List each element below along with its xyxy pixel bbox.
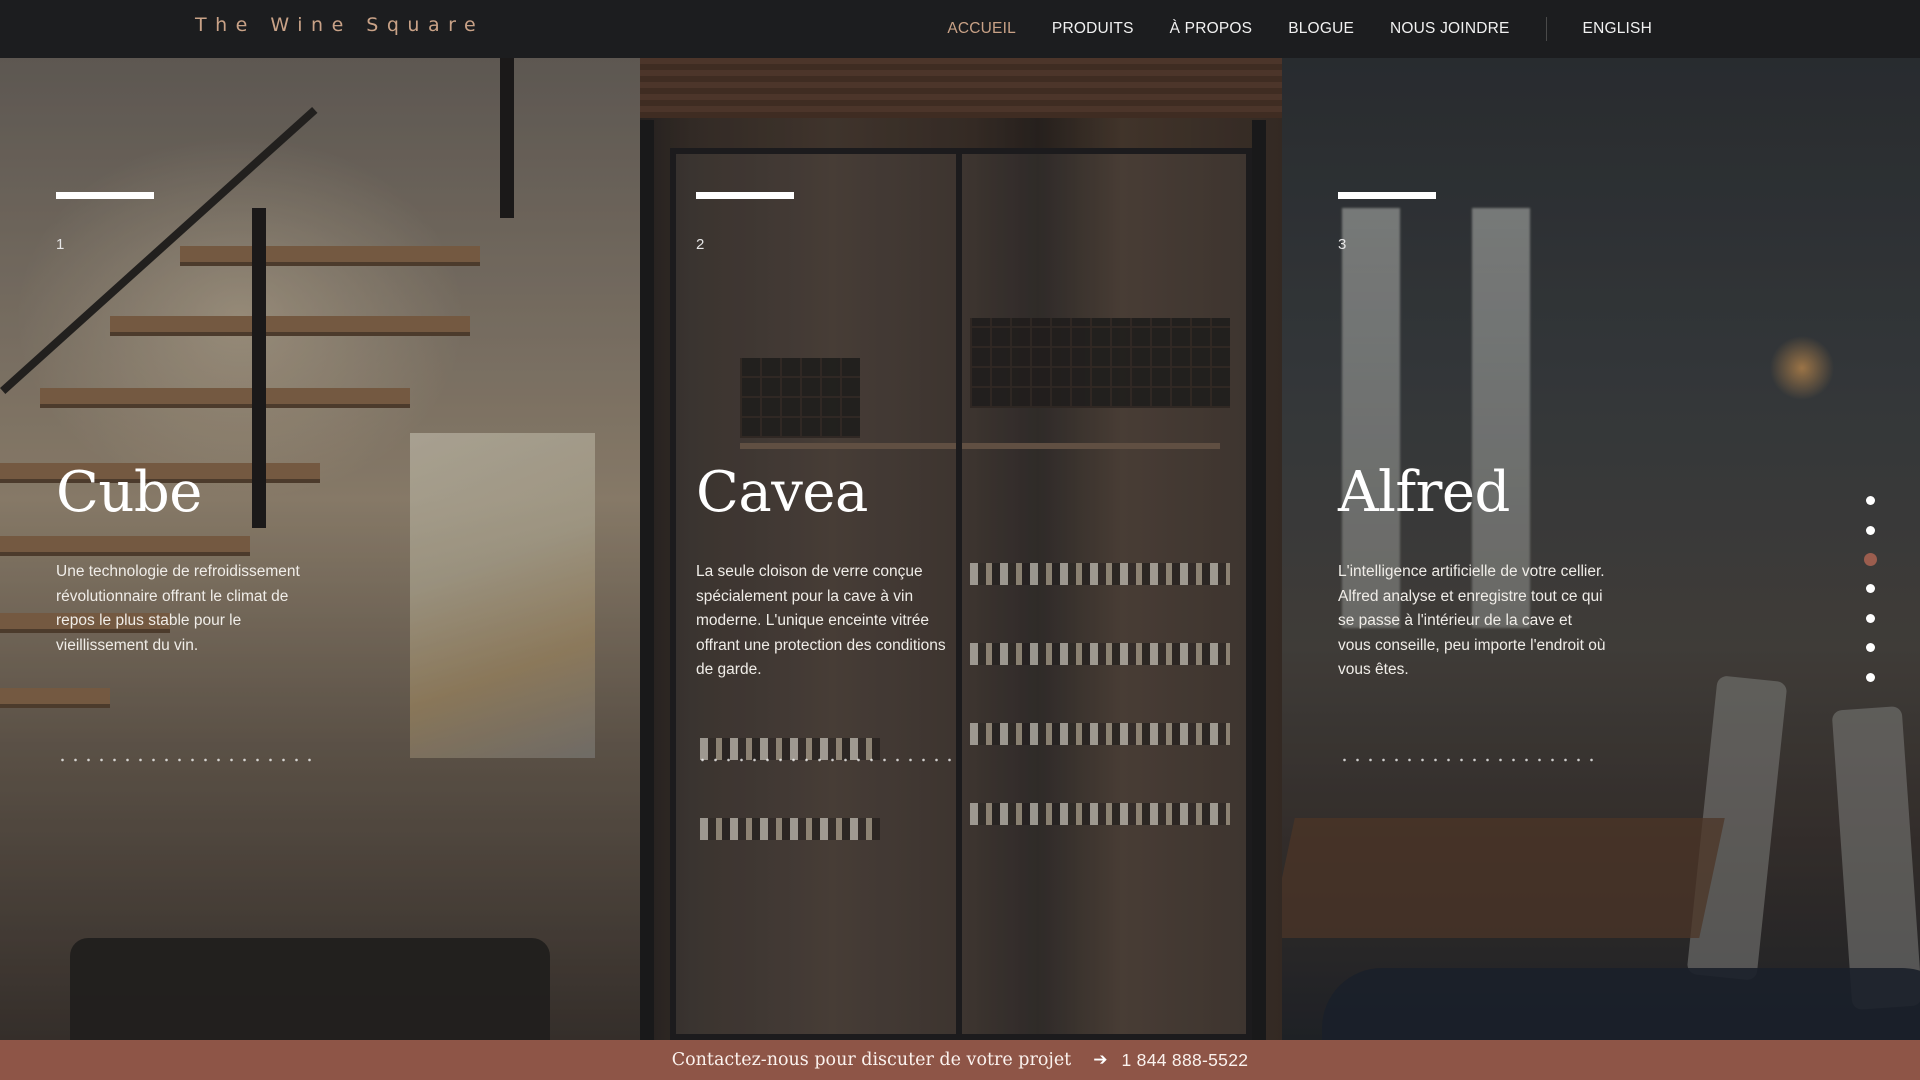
slide-pager bbox=[1864, 496, 1877, 702]
panel-cube[interactable]: 1 Cube Une technologie de refroidissemen… bbox=[0, 58, 640, 1040]
pager-dot-6[interactable] bbox=[1866, 643, 1875, 652]
arrow-right-icon: ➔ bbox=[1093, 1050, 1108, 1069]
panel-cavea[interactable]: 2 Cavea La seule cloison de verre conçue… bbox=[640, 58, 1282, 1040]
nav-item-blogue[interactable]: BLOGUE bbox=[1288, 20, 1354, 38]
nav-item-a-propos[interactable]: À PROPOS bbox=[1170, 20, 1253, 38]
panel-number: 3 bbox=[1338, 236, 1347, 253]
dotted-divider bbox=[1338, 758, 1598, 762]
panel-description: La seule cloison de verre conçue spécial… bbox=[696, 563, 946, 678]
panel-description: L'intelligence artificielle de votre cel… bbox=[1338, 563, 1606, 678]
panel-title[interactable]: Alfred bbox=[1338, 460, 1510, 525]
pager-dot-5[interactable] bbox=[1866, 613, 1875, 623]
pager-dot-7[interactable] bbox=[1866, 672, 1875, 682]
top-navigation-bar: The Wine Square ACCUEIL PRODUITS À PROPO… bbox=[0, 0, 1920, 58]
product-panels: 1 Cube Une technologie de refroidissemen… bbox=[0, 58, 1920, 1040]
panel-number: 1 bbox=[56, 236, 65, 253]
panel-description: Une technologie de refroidissement révol… bbox=[56, 563, 300, 654]
panel-accent-bar bbox=[1338, 192, 1436, 199]
contact-cta-bar[interactable]: Contactez-nous pour discuter de votre pr… bbox=[0, 1040, 1920, 1080]
panel-accent-bar bbox=[696, 192, 794, 199]
panel-alfred[interactable]: 3 Alfred L'intelligence artificielle de … bbox=[1282, 58, 1920, 1040]
panel-number: 2 bbox=[696, 236, 705, 253]
site-logo[interactable]: The Wine Square bbox=[195, 14, 484, 36]
dotted-divider bbox=[56, 758, 316, 762]
panel-accent-bar bbox=[56, 192, 154, 199]
language-switch[interactable]: ENGLISH bbox=[1583, 20, 1652, 38]
nav-item-accueil[interactable]: ACCUEIL bbox=[947, 20, 1016, 38]
nav-item-produits[interactable]: PRODUITS bbox=[1052, 20, 1134, 38]
main-nav: ACCUEIL PRODUITS À PROPOS BLOGUE NOUS JO… bbox=[911, 0, 1652, 58]
panel-title[interactable]: Cavea bbox=[696, 460, 868, 525]
phone-number-link[interactable]: 1 844 888-5522 bbox=[1121, 1050, 1248, 1071]
panel-title[interactable]: Cube bbox=[56, 460, 202, 525]
nav-divider bbox=[1545, 17, 1547, 41]
pager-dot-3[interactable] bbox=[1864, 553, 1877, 566]
pager-dot-4[interactable] bbox=[1866, 584, 1875, 593]
panel-overlay bbox=[640, 58, 1282, 1040]
dotted-divider bbox=[696, 758, 956, 762]
panel-overlay bbox=[1282, 58, 1920, 1040]
cta-text[interactable]: Contactez-nous pour discuter de votre pr… bbox=[672, 1050, 1072, 1070]
panel-overlay bbox=[0, 58, 640, 1040]
nav-item-nous-joindre[interactable]: NOUS JOINDRE bbox=[1390, 20, 1510, 38]
pager-dot-2[interactable] bbox=[1866, 525, 1875, 535]
pager-dot-1[interactable] bbox=[1866, 496, 1875, 505]
